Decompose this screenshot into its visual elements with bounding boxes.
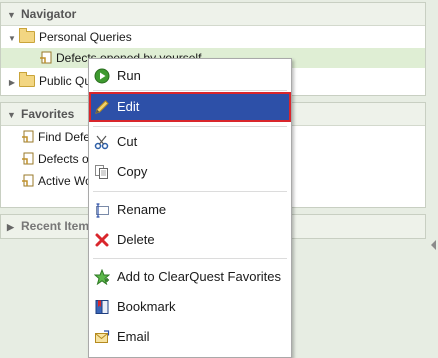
menu-item-bookmark[interactable]: Bookmark [89,294,291,320]
menu-item-rename[interactable]: Rename [89,197,291,223]
collapse-icon[interactable]: ▼ [7,104,17,126]
menu-item-delete[interactable]: Delete [89,227,291,253]
navigator-title: Navigator [21,7,77,21]
menu-item-email[interactable]: Email [89,324,291,350]
menu-item-add-to-favorites[interactable]: Add to ClearQuest Favorites [89,264,291,290]
query-icon [22,130,34,143]
rename-icon [96,203,109,218]
menu-separator [93,258,287,259]
email-icon [95,330,110,343]
menu-item-edit[interactable]: Edit [89,92,291,122]
tree-item-personal-queries[interactable]: ▼ Personal Queries [7,27,132,47]
query-icon [22,152,34,165]
folder-icon [19,71,35,87]
run-icon [94,68,110,84]
pencil-icon [95,100,109,114]
menu-item-label: Edit [117,99,140,114]
menu-item-run[interactable]: Run [89,63,291,89]
context-menu: Run Edit Cut Copy Rename Delete Add to C… [88,58,292,358]
expand-icon[interactable]: ▶ [7,216,17,238]
menu-separator [93,191,287,192]
recent-items-title: Recent Items [21,219,96,233]
bookmark-icon [95,300,109,314]
star-icon [94,269,110,285]
menu-item-label: Copy [117,164,148,179]
menu-separator [93,90,287,91]
copy-icon [95,165,108,179]
collapse-icon[interactable]: ▼ [7,4,17,26]
menu-item-label: Cut [117,134,138,149]
delete-icon [95,233,109,247]
collapse-panel-icon[interactable] [431,240,436,250]
menu-item-label: Bookmark [117,299,176,314]
navigator-header[interactable]: ▼ Navigator [1,3,425,26]
menu-separator [93,126,287,127]
folder-icon [19,27,35,43]
query-icon [40,51,52,64]
expand-arrow-icon[interactable]: ▶ [7,73,17,93]
menu-item-copy[interactable]: Copy [89,159,291,185]
menu-item-label: Add to ClearQuest Favorites [117,269,282,284]
query-icon [22,174,34,187]
menu-item-label: Rename [117,202,167,217]
expand-arrow-icon[interactable]: ▼ [7,29,17,49]
menu-item-label: Delete [117,232,155,247]
menu-item-cut[interactable]: Cut [89,129,291,155]
tree-item-label: Personal Queries [39,30,132,44]
menu-item-label: Email [117,329,150,344]
favorites-title: Favorites [21,107,75,121]
scissors-icon [94,135,109,150]
menu-item-label: Run [117,68,141,83]
